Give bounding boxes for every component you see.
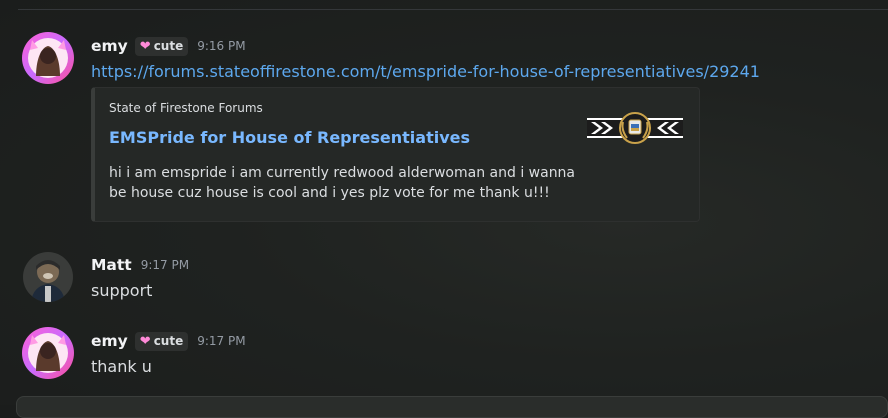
embed-provider[interactable]: State of Firestone Forums xyxy=(109,101,263,115)
message-input[interactable] xyxy=(16,396,888,418)
avatar-emy-image xyxy=(22,327,74,379)
avatar-emy[interactable] xyxy=(22,32,74,84)
username[interactable]: emy xyxy=(91,37,128,55)
firestone-seal-logo xyxy=(587,112,683,144)
message-text: support xyxy=(91,281,153,300)
role-tag[interactable]: ❤ cute xyxy=(134,331,189,351)
link-embed: State of Firestone Forums EMSPride for H… xyxy=(91,87,700,222)
avatar-matt-image xyxy=(23,252,73,302)
avatar-matt[interactable] xyxy=(23,252,73,302)
timestamp[interactable]: 9:17 PM xyxy=(197,334,245,348)
message-header: Matt 9:17 PM xyxy=(91,254,189,276)
heart-icon: ❤ xyxy=(139,38,151,54)
message-header: emy ❤ cute 9:17 PM xyxy=(91,330,246,352)
avatar-emy-image xyxy=(22,32,74,84)
message-text: thank u xyxy=(91,357,152,376)
message-header: emy ❤ cute 9:16 PM xyxy=(91,35,246,57)
timestamp[interactable]: 9:16 PM xyxy=(197,39,245,53)
embed-thumbnail[interactable] xyxy=(587,110,683,146)
timestamp[interactable]: 9:17 PM xyxy=(141,258,189,272)
role-tag-label: cute xyxy=(153,334,184,348)
embed-description: hi i am emspride i am currently redwood … xyxy=(109,165,576,201)
embed-title[interactable]: EMSPride for House of Representiatives xyxy=(109,128,470,147)
heart-icon: ❤ xyxy=(139,333,151,349)
username[interactable]: Matt xyxy=(91,256,132,274)
role-tag[interactable]: ❤ cute xyxy=(134,36,189,56)
avatar-emy[interactable] xyxy=(22,327,74,379)
username[interactable]: emy xyxy=(91,332,128,350)
message-divider xyxy=(18,9,888,10)
message-link[interactable]: https://forums.stateoffirestone.com/t/em… xyxy=(91,62,760,81)
role-tag-label: cute xyxy=(153,39,184,53)
